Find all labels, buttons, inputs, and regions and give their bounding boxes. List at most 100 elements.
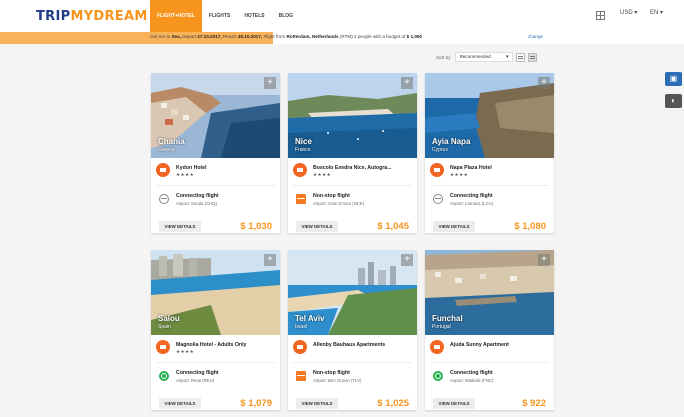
logo[interactable]: TRIPMYDREAM: [36, 9, 148, 24]
flight-type: Connecting flight: [450, 370, 493, 376]
country-name: Cyprus: [432, 147, 448, 153]
price: $ 1,079: [240, 398, 272, 409]
summary-destination: Sea,: [171, 34, 181, 39]
airport-name: Airport: Cote D'Azur (NCE): [313, 201, 365, 206]
card-divider: [430, 185, 549, 186]
airport-name: Airport: Souda (CHQ): [176, 201, 218, 206]
hotel-icon[interactable]: ▣: [665, 72, 682, 86]
logo-part-mydream: MYDREAM: [70, 9, 148, 24]
nav-flight-hotel[interactable]: FLIGHT+HOTEL: [150, 0, 202, 32]
city-name: Salou: [158, 314, 180, 323]
nav-blog[interactable]: BLOG: [272, 0, 300, 32]
hotel-icon: [430, 163, 444, 177]
view-details-button[interactable]: VIEW DETAILS: [296, 221, 338, 232]
sort-select[interactable]: Recommended ▾: [454, 52, 513, 62]
star-rating: ★★★★: [176, 172, 195, 177]
price: $ 1,025: [377, 398, 409, 409]
logo-part-trip: TRIP: [36, 9, 71, 24]
summary-origin: Rotterdam, Netherlands: [286, 34, 339, 39]
flight-type: Connecting flight: [176, 370, 219, 376]
hotel-name[interactable]: Kydon Hotel: [176, 165, 207, 171]
hotel-icon: [156, 340, 170, 354]
card-divider: [156, 362, 275, 363]
view-details-button[interactable]: VIEW DETAILS: [296, 398, 338, 409]
price: $ 922: [522, 398, 546, 409]
hotel-name[interactable]: Allenby Bauhaus Apartments: [313, 342, 385, 348]
hotel-icon: [430, 340, 444, 354]
star-rating: ★★★★: [450, 172, 469, 177]
green-flight-icon: [433, 371, 443, 381]
card-divider: [430, 362, 549, 363]
card-divider: [156, 185, 275, 186]
nonstop-flight-icon: [296, 194, 306, 204]
view-details-button[interactable]: VIEW DETAILS: [433, 398, 475, 409]
hotel-icon: [293, 340, 307, 354]
summary-get-label: Get me to: [150, 34, 171, 39]
city-name: Nice: [295, 137, 312, 146]
nav-flights[interactable]: FLIGHTS: [202, 0, 237, 32]
connecting-flight-icon: [159, 194, 169, 204]
city-name: Chania: [158, 137, 185, 146]
airport-name: Airport: Reus (REU): [176, 378, 215, 383]
star-rating: ★★★★: [176, 349, 195, 354]
hotel-name[interactable]: Boscolo Exedra Nice, Autogra...: [313, 165, 392, 171]
sort-label: Sort by: [436, 54, 451, 60]
nav-hotels[interactable]: HOTELS: [237, 0, 271, 32]
add-favorite-icon[interactable]: +: [401, 254, 413, 266]
add-favorite-icon[interactable]: +: [538, 77, 550, 89]
country-name: Greece: [158, 147, 175, 153]
list-view-icon[interactable]: [515, 52, 525, 62]
airport-name: Airport: Madeira (FNC): [450, 378, 494, 383]
city-name: Tel Aviv: [295, 314, 325, 323]
chat-icon[interactable]: ◐: [665, 94, 682, 108]
search-summary-text: Get me to Sea, Depart 27.10.2017, Return…: [150, 34, 422, 39]
destination-card-salou[interactable]: + Salou Spain Magnolia Hotel - Adults On…: [151, 250, 280, 410]
flight-type: Non-stop flight: [313, 370, 350, 376]
search-summary-bar: Get me to Sea, Depart 27.10.2017, Return…: [0, 32, 684, 44]
airport-name: Airport: Larnaca (LCA): [450, 201, 493, 206]
chevron-down-icon: ▾: [506, 54, 509, 60]
view-details-button[interactable]: VIEW DETAILS: [159, 221, 201, 232]
star-rating: ★★★★: [313, 172, 332, 177]
destination-card-ayia-napa[interactable]: + Ayia Napa Cyprus Napa Plaza Hotel ★★★★…: [425, 73, 554, 233]
main-nav: FLIGHT+HOTEL FLIGHTS HOTELS BLOG: [150, 0, 300, 32]
view-details-button[interactable]: VIEW DETAILS: [159, 398, 201, 409]
country-name: Portugal: [432, 324, 451, 330]
hotel-icon: [293, 163, 307, 177]
hotel-name[interactable]: Magnolia Hotel - Adults Only: [176, 342, 246, 348]
destination-card-chania[interactable]: + Chania Greece Kydon Hotel ★★★★ Connect…: [151, 73, 280, 233]
summary-return-label: Return: [222, 34, 237, 39]
add-favorite-icon[interactable]: +: [538, 254, 550, 266]
currency-select[interactable]: USD ▾: [620, 9, 637, 16]
change-search-link[interactable]: change: [528, 34, 543, 39]
add-favorite-icon[interactable]: +: [401, 77, 413, 89]
hotel-name[interactable]: Ajuda Sunny Apartment: [450, 342, 509, 348]
summary-return-date: 30.10.2017,: [237, 34, 263, 39]
city-name: Funchal: [432, 314, 463, 323]
connecting-flight-icon: [433, 194, 443, 204]
nonstop-flight-icon: [296, 371, 306, 381]
flight-type: Non-stop flight: [313, 193, 350, 199]
hotel-name[interactable]: Napa Plaza Hotel: [450, 165, 492, 171]
flight-type: Connecting flight: [176, 193, 219, 199]
country-name: Spain: [158, 324, 171, 330]
price: $ 1,045: [377, 221, 409, 232]
grid-view-icon[interactable]: [527, 52, 537, 62]
summary-flight-label: Flight from: [263, 34, 286, 39]
grid-icon[interactable]: [596, 11, 605, 20]
view-details-button[interactable]: VIEW DETAILS: [433, 221, 475, 232]
card-divider: [293, 185, 412, 186]
price: $ 1,030: [240, 221, 272, 232]
top-bar: TRIPMYDREAM FLIGHT+HOTEL FLIGHTS HOTELS …: [0, 0, 684, 32]
green-flight-icon: [159, 371, 169, 381]
add-favorite-icon[interactable]: +: [264, 254, 276, 266]
hotel-icon: [156, 163, 170, 177]
summary-people: 2 people with a budget of: [354, 34, 406, 39]
add-favorite-icon[interactable]: +: [264, 77, 276, 89]
destination-card-tel-aviv[interactable]: + Tel Aviv Israel Allenby Bauhaus Apartm…: [288, 250, 417, 410]
language-select[interactable]: EN ▾: [650, 9, 663, 16]
destination-card-nice[interactable]: + Nice France Boscolo Exedra Nice, Autog…: [288, 73, 417, 233]
destination-card-funchal[interactable]: + Funchal Portugal Ajuda Sunny Apartment…: [425, 250, 554, 410]
sort-value: Recommended: [459, 54, 491, 59]
country-name: France: [295, 147, 311, 153]
